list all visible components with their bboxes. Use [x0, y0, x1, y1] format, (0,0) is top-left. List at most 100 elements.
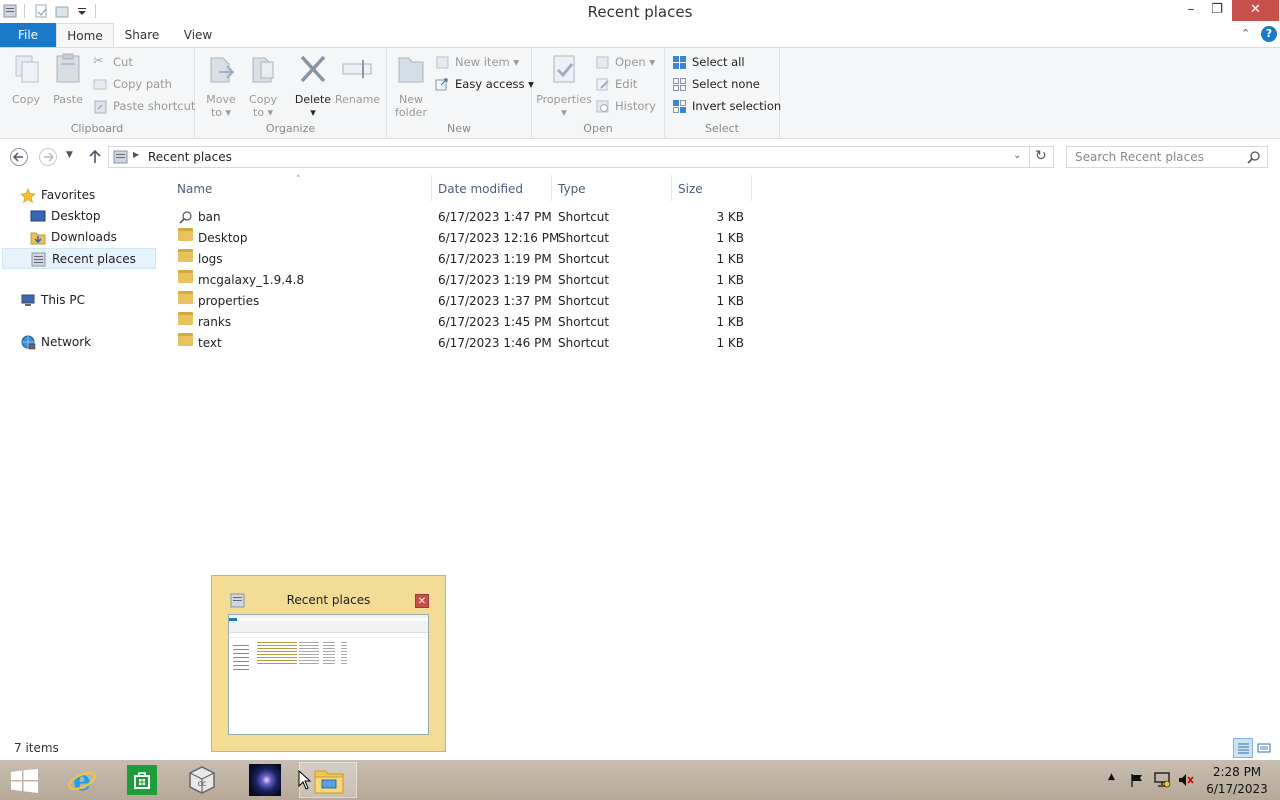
move-to-button[interactable]: Move to ▾: [203, 52, 239, 119]
cut-button[interactable]: ✂ Cut: [93, 52, 133, 72]
internet-explorer-icon: e: [68, 765, 96, 795]
easy-access-button[interactable]: Easy access ▾: [435, 74, 534, 94]
thumbnail-close-button[interactable]: ✕: [415, 594, 429, 608]
taskbar-classicube[interactable]: cc: [174, 762, 230, 798]
forward-icon[interactable]: [38, 147, 58, 167]
file-row[interactable]: text 6/17/2023 1:46 PM Shortcut 1 KB: [168, 333, 753, 354]
file-name: mcgalaxy_1.9.4.8: [198, 273, 305, 287]
recent-places-icon: [31, 252, 46, 267]
file-size: 1 KB: [716, 315, 744, 329]
navigation-bar: ▼ ▶ Recent places ⌄ ↻ Search Recent plac…: [0, 139, 1280, 175]
recent-locations-chevron-icon[interactable]: ▼: [66, 150, 73, 160]
clipboard-group-label: Clipboard: [70, 122, 124, 135]
action-center-flag-icon[interactable]: [1129, 772, 1145, 788]
delete-button[interactable]: Delete ▾: [293, 52, 333, 119]
search-input-placeholder[interactable]: Search Recent places: [1075, 150, 1204, 164]
file-name: ranks: [198, 315, 232, 329]
taskbar-galaxy-app[interactable]: [238, 762, 294, 798]
minimize-button[interactable]: –: [1180, 0, 1202, 21]
large-icons-view-button[interactable]: [1256, 740, 1272, 756]
history-button[interactable]: History: [595, 96, 656, 116]
column-header-size[interactable]: Size: [678, 180, 748, 198]
file-name: Desktop: [198, 231, 248, 245]
close-button[interactable]: ✕: [1232, 0, 1279, 21]
computer-icon: [21, 294, 35, 306]
edit-button[interactable]: Edit: [595, 74, 637, 94]
tab-share[interactable]: Share: [118, 23, 166, 47]
nav-favorites[interactable]: Favorites: [20, 185, 150, 206]
file-date-modified: 6/17/2023 1:45 PM: [438, 315, 552, 329]
invert-selection-button[interactable]: Invert selection: [672, 96, 781, 116]
show-hidden-icons-chevron[interactable]: ▲: [1108, 772, 1115, 782]
file-name: logs: [198, 252, 223, 266]
network-status-icon[interactable]: [1153, 771, 1171, 789]
paste-button[interactable]: Paste: [50, 52, 86, 106]
nav-desktop[interactable]: Desktop: [30, 206, 150, 227]
tab-view[interactable]: View: [174, 23, 222, 47]
column-header-date-modified[interactable]: Date modified: [438, 180, 548, 198]
nav-recent-places[interactable]: Recent places: [2, 248, 156, 269]
restore-button[interactable]: ❐: [1206, 0, 1228, 21]
refresh-icon[interactable]: ↻: [1035, 148, 1047, 164]
file-type: Shortcut: [558, 210, 610, 224]
paste-shortcut-button[interactable]: Paste shortcut: [93, 96, 195, 116]
search-box[interactable]: Search Recent places: [1066, 146, 1268, 168]
tab-home[interactable]: Home: [56, 23, 114, 47]
organize-group: Move to ▾ Copy to ▾ Delete ▾ Rename Organiz…: [195, 48, 387, 138]
copy-to-button[interactable]: Copy to ▾: [245, 52, 281, 119]
search-icon[interactable]: [1247, 150, 1261, 164]
file-row[interactable]: Desktop 6/17/2023 12:16 PM Shortcut 1 KB: [168, 228, 753, 249]
desktop-icon: [30, 210, 46, 222]
collapse-ribbon-icon[interactable]: ⌃: [1241, 27, 1253, 41]
file-row[interactable]: logs 6/17/2023 1:19 PM Shortcut 1 KB: [168, 249, 753, 270]
clock-time[interactable]: 2:28 PM: [1205, 765, 1269, 779]
move-to-icon: [210, 57, 235, 83]
taskbar-thumbnail-preview[interactable]: Recent places ✕: [211, 575, 446, 752]
status-bar: 7 items: [0, 738, 1280, 760]
new-folder-button[interactable]: New folder: [393, 52, 429, 119]
breadcrumb-recent-places[interactable]: Recent places: [148, 150, 232, 164]
tab-file[interactable]: File: [0, 23, 56, 47]
taskbar-store[interactable]: [114, 762, 170, 798]
new-item-icon: [436, 56, 449, 69]
address-dropdown-icon[interactable]: ⌄: [1013, 150, 1021, 161]
galaxy-icon: [249, 764, 281, 796]
store-icon: [127, 765, 157, 795]
copy-button[interactable]: Copy: [8, 52, 44, 106]
column-header-type[interactable]: Type: [558, 180, 668, 198]
select-all-button[interactable]: Select all: [672, 52, 745, 72]
file-row[interactable]: ban 6/17/2023 1:47 PM Shortcut 3 KB: [168, 207, 753, 228]
copy-path-button[interactable]: Copy path: [93, 74, 172, 94]
select-none-button[interactable]: Select none: [672, 74, 760, 94]
edit-icon: [596, 78, 609, 91]
help-icon[interactable]: ?: [1261, 26, 1277, 42]
select-all-icon: [673, 56, 686, 69]
properties-button[interactable]: Properties ▾: [536, 52, 592, 119]
new-item-button[interactable]: New item ▾: [435, 52, 519, 72]
file-type: Shortcut: [558, 336, 610, 350]
window-title: Recent places: [587, 3, 693, 21]
file-row[interactable]: properties 6/17/2023 1:37 PM Shortcut 1 KB: [168, 291, 753, 312]
file-date-modified: 6/17/2023 12:16 PM: [438, 231, 560, 245]
up-arrow-icon[interactable]: [85, 147, 105, 167]
column-header-name[interactable]: Name: [177, 180, 427, 198]
address-bar[interactable]: ▶ Recent places ⌄ ↻: [108, 146, 1054, 168]
file-row[interactable]: ranks 6/17/2023 1:45 PM Shortcut 1 KB: [168, 312, 753, 333]
breadcrumb-chevron-icon[interactable]: ▶: [133, 150, 139, 159]
windows-logo-icon: [11, 769, 38, 793]
nav-downloads[interactable]: Downloads: [30, 227, 150, 248]
file-size: 1 KB: [716, 231, 744, 245]
clock-date[interactable]: 6/17/2023: [1205, 782, 1269, 796]
open-button[interactable]: Open ▾: [595, 52, 655, 72]
rename-button[interactable]: Rename: [335, 52, 380, 106]
file-date-modified: 6/17/2023 1:37 PM: [438, 294, 552, 308]
scissors-icon: ✂: [93, 54, 104, 69]
start-button[interactable]: [0, 762, 50, 798]
nav-this-pc[interactable]: This PC: [20, 290, 150, 311]
file-row[interactable]: mcgalaxy_1.9.4.8 6/17/2023 1:19 PM Shortcu…: [168, 270, 753, 291]
nav-network[interactable]: Network: [20, 332, 150, 353]
details-view-button[interactable]: [1233, 738, 1253, 758]
back-icon[interactable]: [9, 147, 29, 167]
taskbar-internet-explorer[interactable]: e: [54, 762, 110, 798]
volume-muted-icon[interactable]: [1177, 771, 1195, 789]
